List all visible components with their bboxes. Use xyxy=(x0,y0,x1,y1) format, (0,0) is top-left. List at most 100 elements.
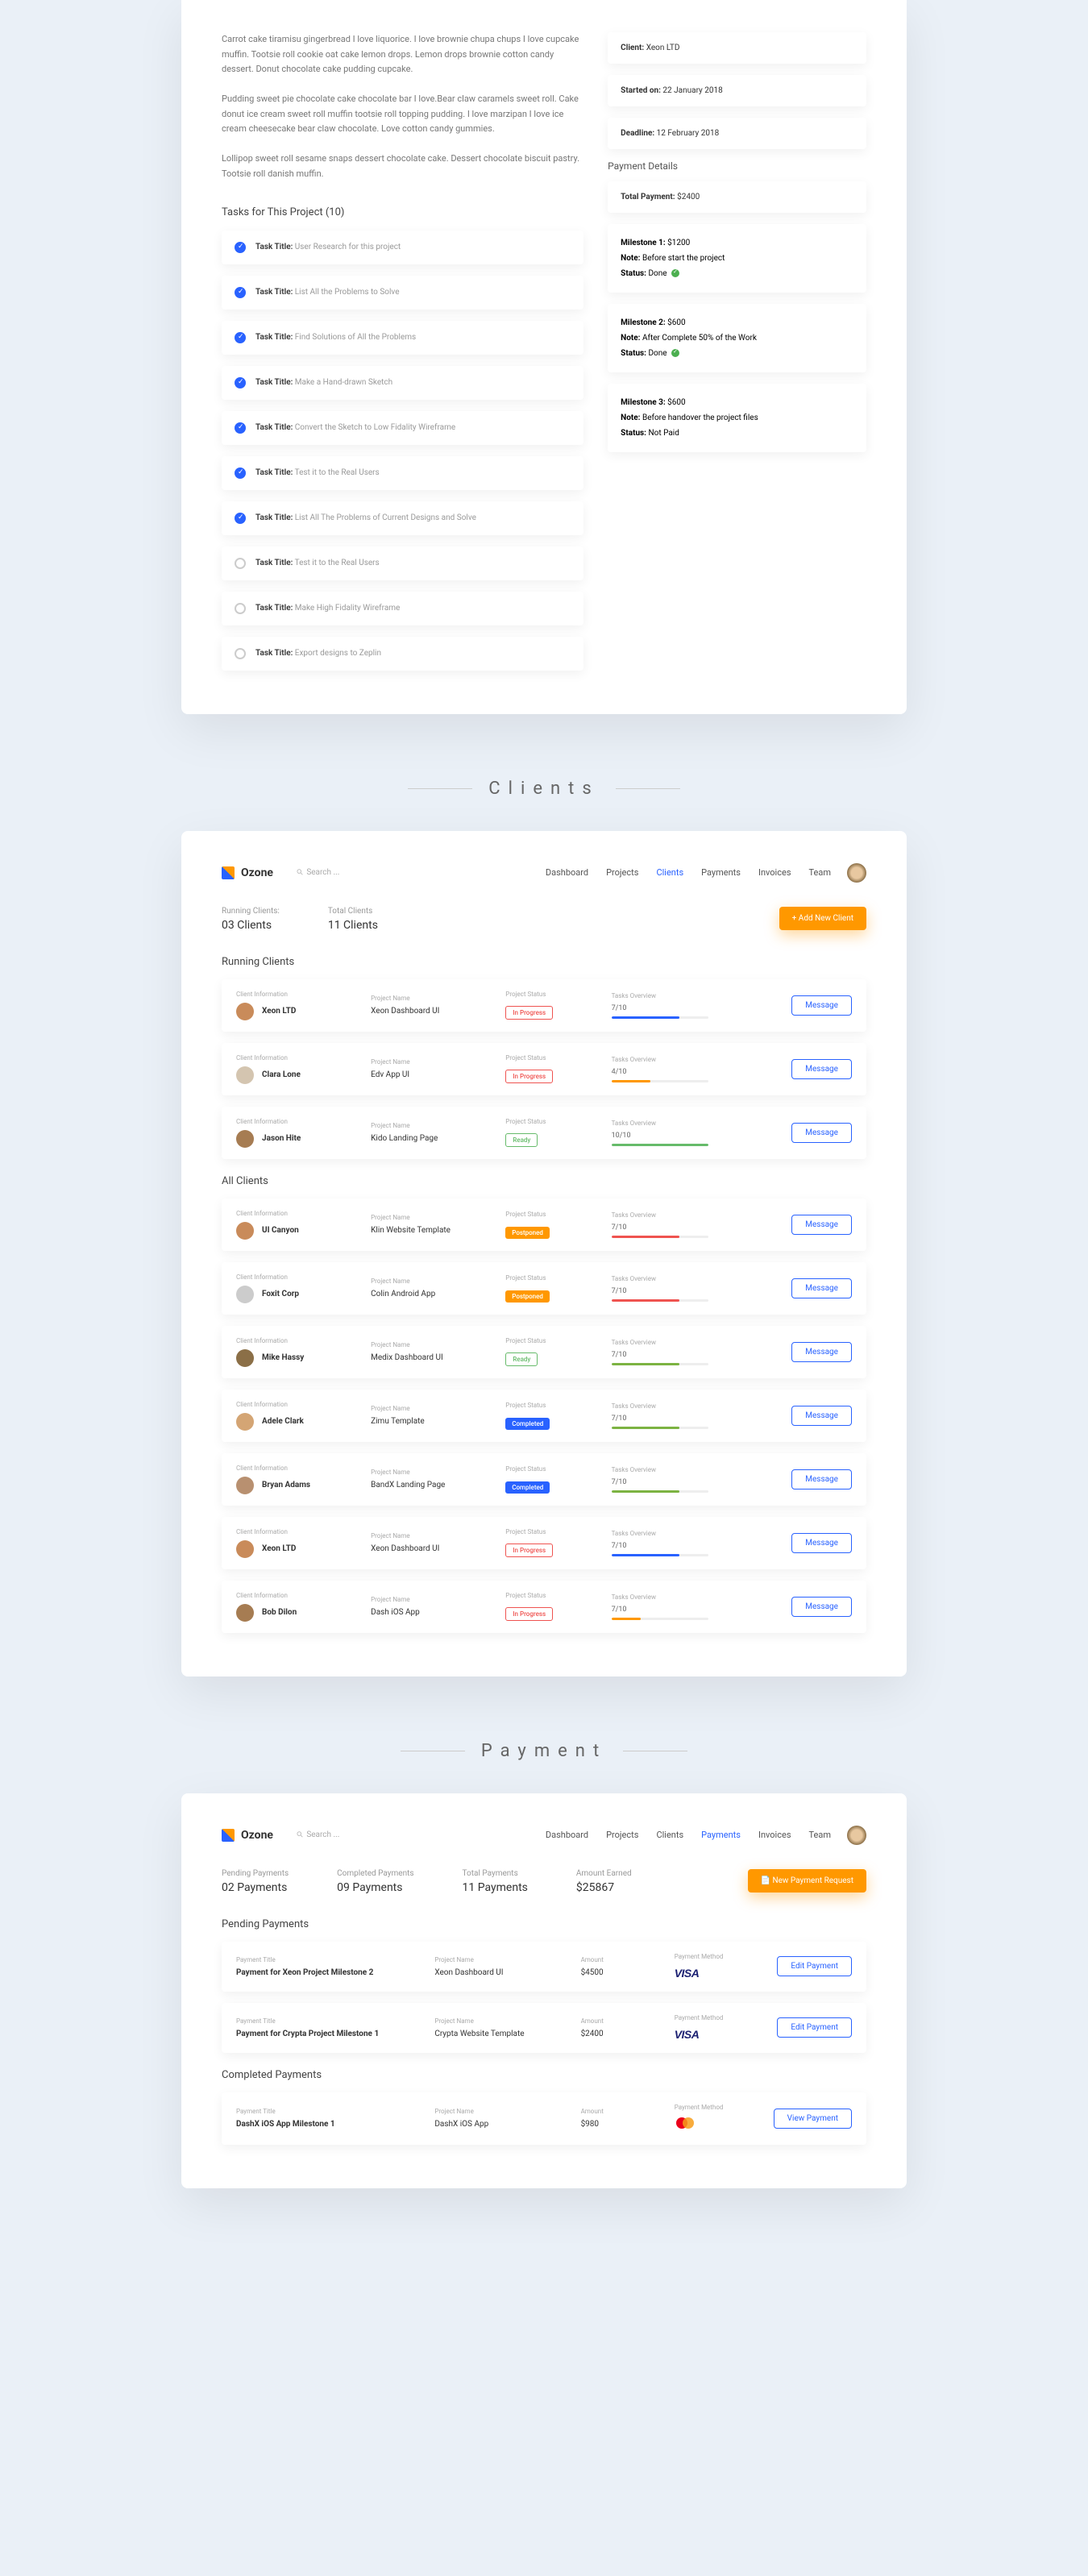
nav-payments[interactable]: Payments xyxy=(701,1830,741,1840)
payment-action-button[interactable]: Edit Payment xyxy=(777,2017,852,2038)
nav-clients[interactable]: Clients xyxy=(656,1830,683,1840)
task-checkbox[interactable] xyxy=(235,242,246,253)
message-button[interactable]: Message xyxy=(791,1215,852,1235)
payment-action-button[interactable]: View Payment xyxy=(774,2109,852,2129)
project-name: Medix Dashboard UI xyxy=(371,1353,496,1362)
project-detail-card: Carrot cake tiramisu gingerbread I love … xyxy=(181,0,907,714)
logo[interactable]: Ozone xyxy=(222,1829,273,1842)
task-checkbox[interactable] xyxy=(235,332,246,343)
nav-projects[interactable]: Projects xyxy=(606,867,638,878)
message-button[interactable]: Message xyxy=(791,1406,852,1426)
stat-label: Running Clients: xyxy=(222,907,280,916)
status-badge: Ready xyxy=(505,1133,538,1147)
meta-card: Started on: 22 January 2018 xyxy=(608,75,866,106)
task-checkbox[interactable] xyxy=(235,603,246,614)
total-payment-card: Total Payment: $2400 xyxy=(608,181,866,213)
message-button[interactable]: Message xyxy=(791,1597,852,1617)
desc-2: Pudding sweet pie chocolate cake chocola… xyxy=(222,92,583,137)
payment-row: Payment TitlePayment for Crypta Project … xyxy=(222,2003,866,2053)
client-avatar xyxy=(236,1349,254,1367)
progress-bar xyxy=(612,1554,708,1556)
task-checkbox[interactable] xyxy=(235,558,246,569)
message-button[interactable]: Message xyxy=(791,1469,852,1490)
logo[interactable]: Ozone xyxy=(222,866,273,879)
tasks-count: 4/10 xyxy=(612,1068,766,1076)
message-button[interactable]: Message xyxy=(791,1342,852,1362)
nav-invoices[interactable]: Invoices xyxy=(758,867,791,878)
stat-label: Pending Payments xyxy=(222,1869,289,1878)
task-item[interactable]: Task Title: Convert the Sketch to Low Fi… xyxy=(222,411,583,445)
new-payment-button[interactable]: 📄 New Payment Request xyxy=(748,1869,866,1893)
tasks-count: 7/10 xyxy=(612,1004,766,1012)
stat-label: Total Payments xyxy=(463,1869,528,1878)
project-name: Klin Website Template xyxy=(371,1226,496,1235)
task-item[interactable]: Task Title: Make High Fidality Wireframe xyxy=(222,592,583,625)
progress-bar xyxy=(612,1080,708,1082)
project-name: Colin Android App xyxy=(371,1290,496,1298)
message-button[interactable]: Message xyxy=(791,1059,852,1079)
add-client-button[interactable]: + Add New Client xyxy=(779,907,866,930)
task-checkbox[interactable] xyxy=(235,287,246,298)
tasks-count: 10/10 xyxy=(612,1132,766,1140)
milestone-card: Milestone 1: $1200 Note: Before start th… xyxy=(608,224,866,293)
nav-clients[interactable]: Clients xyxy=(656,867,683,878)
message-button[interactable]: Message xyxy=(791,1278,852,1298)
task-item[interactable]: Task Title: Export designs to Zeplin xyxy=(222,637,583,671)
payment-project: DashX iOS App xyxy=(434,2120,571,2129)
nav-dashboard[interactable]: Dashboard xyxy=(546,867,588,878)
project-name: Dash iOS App xyxy=(371,1608,496,1617)
task-item[interactable]: Task Title: Test it to the Real Users xyxy=(222,456,583,490)
client-row: Client InformationUI Canyon Project Name… xyxy=(222,1199,866,1251)
check-icon xyxy=(671,269,679,277)
nav-payments[interactable]: Payments xyxy=(701,867,741,878)
task-checkbox[interactable] xyxy=(235,648,246,659)
task-item[interactable]: Task Title: User Research for this proje… xyxy=(222,231,583,264)
milestone-card: Milestone 3: $600 Note: Before handover … xyxy=(608,384,866,452)
status-badge: In Progress xyxy=(505,1006,553,1020)
task-checkbox[interactable] xyxy=(235,377,246,388)
task-item[interactable]: Task Title: List All the Problems to Sol… xyxy=(222,276,583,310)
client-name: Xeon LTD xyxy=(262,1007,296,1016)
client-avatar xyxy=(236,1286,254,1303)
user-avatar[interactable] xyxy=(847,1826,866,1845)
message-button[interactable]: Message xyxy=(791,1533,852,1553)
client-row: Client InformationXeon LTD Project NameX… xyxy=(222,1517,866,1569)
section-payment-title: Payment xyxy=(0,1741,1088,1761)
tasks-count: 7/10 xyxy=(612,1287,766,1295)
payment-action-button[interactable]: Edit Payment xyxy=(777,1956,852,1976)
tasks-heading: Tasks for This Project (10) xyxy=(222,206,583,218)
status-badge: In Progress xyxy=(505,1070,553,1083)
task-item[interactable]: Task Title: Test it to the Real Users xyxy=(222,546,583,580)
client-name: Adele Clark xyxy=(262,1417,304,1426)
user-avatar[interactable] xyxy=(847,863,866,883)
task-checkbox[interactable] xyxy=(235,422,246,434)
pending-payments-heading: Pending Payments xyxy=(222,1918,866,1930)
nav-dashboard[interactable]: Dashboard xyxy=(546,1830,588,1840)
task-title: Export designs to Zeplin xyxy=(295,649,381,658)
nav-team[interactable]: Team xyxy=(809,867,832,878)
client-avatar xyxy=(236,1413,254,1431)
task-checkbox[interactable] xyxy=(235,513,246,524)
payment-project: Crypta Website Template xyxy=(434,2030,571,2038)
nav-projects[interactable]: Projects xyxy=(606,1830,638,1840)
project-name: Zimu Template xyxy=(371,1417,496,1426)
client-name: UI Canyon xyxy=(262,1226,299,1235)
nav-team[interactable]: Team xyxy=(809,1830,832,1840)
task-title: Make a Hand-drawn Sketch xyxy=(295,378,392,387)
stat-value: 02 Payments xyxy=(222,1881,289,1894)
message-button[interactable]: Message xyxy=(791,995,852,1016)
task-item[interactable]: Task Title: Make a Hand-drawn Sketch xyxy=(222,366,583,400)
client-row: Client InformationBryan Adams Project Na… xyxy=(222,1453,866,1506)
payment-details-heading: Payment Details xyxy=(608,160,866,172)
payment-title: Payment for Xeon Project Milestone 2 xyxy=(236,1968,425,1977)
task-title: Find Solutions of All the Problems xyxy=(295,333,416,342)
search-input[interactable]: Search ... xyxy=(297,1830,339,1839)
task-item[interactable]: Task Title: Find Solutions of All the Pr… xyxy=(222,321,583,355)
task-item[interactable]: Task Title: List All The Problems of Cur… xyxy=(222,501,583,535)
nav-invoices[interactable]: Invoices xyxy=(758,1830,791,1840)
search-input[interactable]: Search ... xyxy=(297,868,339,877)
progress-bar xyxy=(612,1236,708,1238)
task-checkbox[interactable] xyxy=(235,467,246,479)
message-button[interactable]: Message xyxy=(791,1123,852,1143)
logo-icon xyxy=(222,866,235,879)
